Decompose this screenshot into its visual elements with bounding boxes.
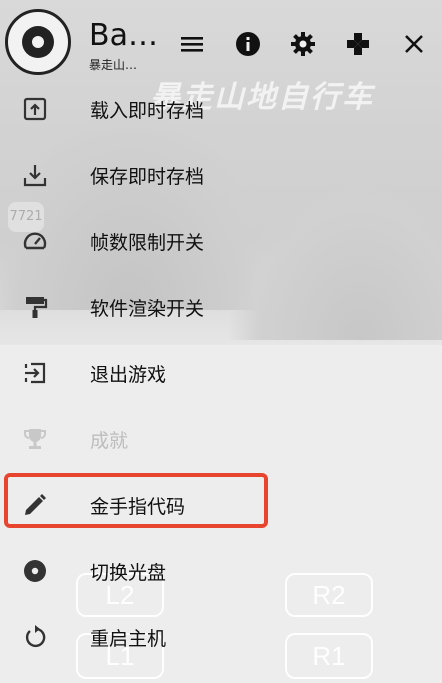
menu-item-label: 退出游戏	[90, 364, 167, 386]
trophy-icon	[24, 429, 46, 449]
load-state-icon	[23, 97, 47, 121]
close-icon[interactable]	[400, 30, 428, 58]
menu-item-label: 载入即时存档	[90, 100, 205, 122]
paint-roller-icon	[26, 297, 48, 318]
menu-item-label: 帧数限制开关	[90, 232, 205, 254]
exit-icon	[24, 362, 46, 384]
menu-item-label: 重启主机	[90, 628, 167, 650]
game-disc-icon	[5, 9, 71, 75]
menu-item-load-state[interactable]: 载入即时存档	[0, 76, 442, 142]
restart-icon	[25, 625, 46, 648]
menu-item-label: 成就	[90, 430, 129, 452]
menu-item-achievements: 成就	[0, 406, 442, 472]
menu-item-swap-disc[interactable]: 切换光盘	[0, 538, 442, 604]
game-title: Ba…	[89, 18, 158, 53]
gear-icon[interactable]	[289, 30, 317, 58]
gamepad-icon[interactable]	[344, 30, 372, 58]
menu-icon[interactable]	[178, 30, 206, 58]
disc-icon	[24, 560, 46, 582]
menu-item-restart[interactable]: 重启主机	[0, 604, 442, 670]
menu-item-label: 保存即时存档	[90, 166, 205, 188]
info-icon[interactable]	[234, 30, 262, 58]
speed-gauge-icon	[23, 232, 47, 250]
menu-item-frame-limit[interactable]: 帧数限制开关	[0, 208, 442, 274]
menu-item-software-render[interactable]: 软件渲染开关	[0, 274, 442, 340]
game-subtitle: 暴走山…	[89, 58, 138, 72]
save-state-icon	[23, 165, 47, 187]
menu-item-label: 切换光盘	[90, 562, 167, 584]
menu-item-exit-game[interactable]: 退出游戏	[0, 340, 442, 406]
highlight-box	[4, 473, 268, 528]
menu-item-save-state[interactable]: 保存即时存档	[0, 142, 442, 208]
menu-item-label: 软件渲染开关	[90, 298, 205, 320]
